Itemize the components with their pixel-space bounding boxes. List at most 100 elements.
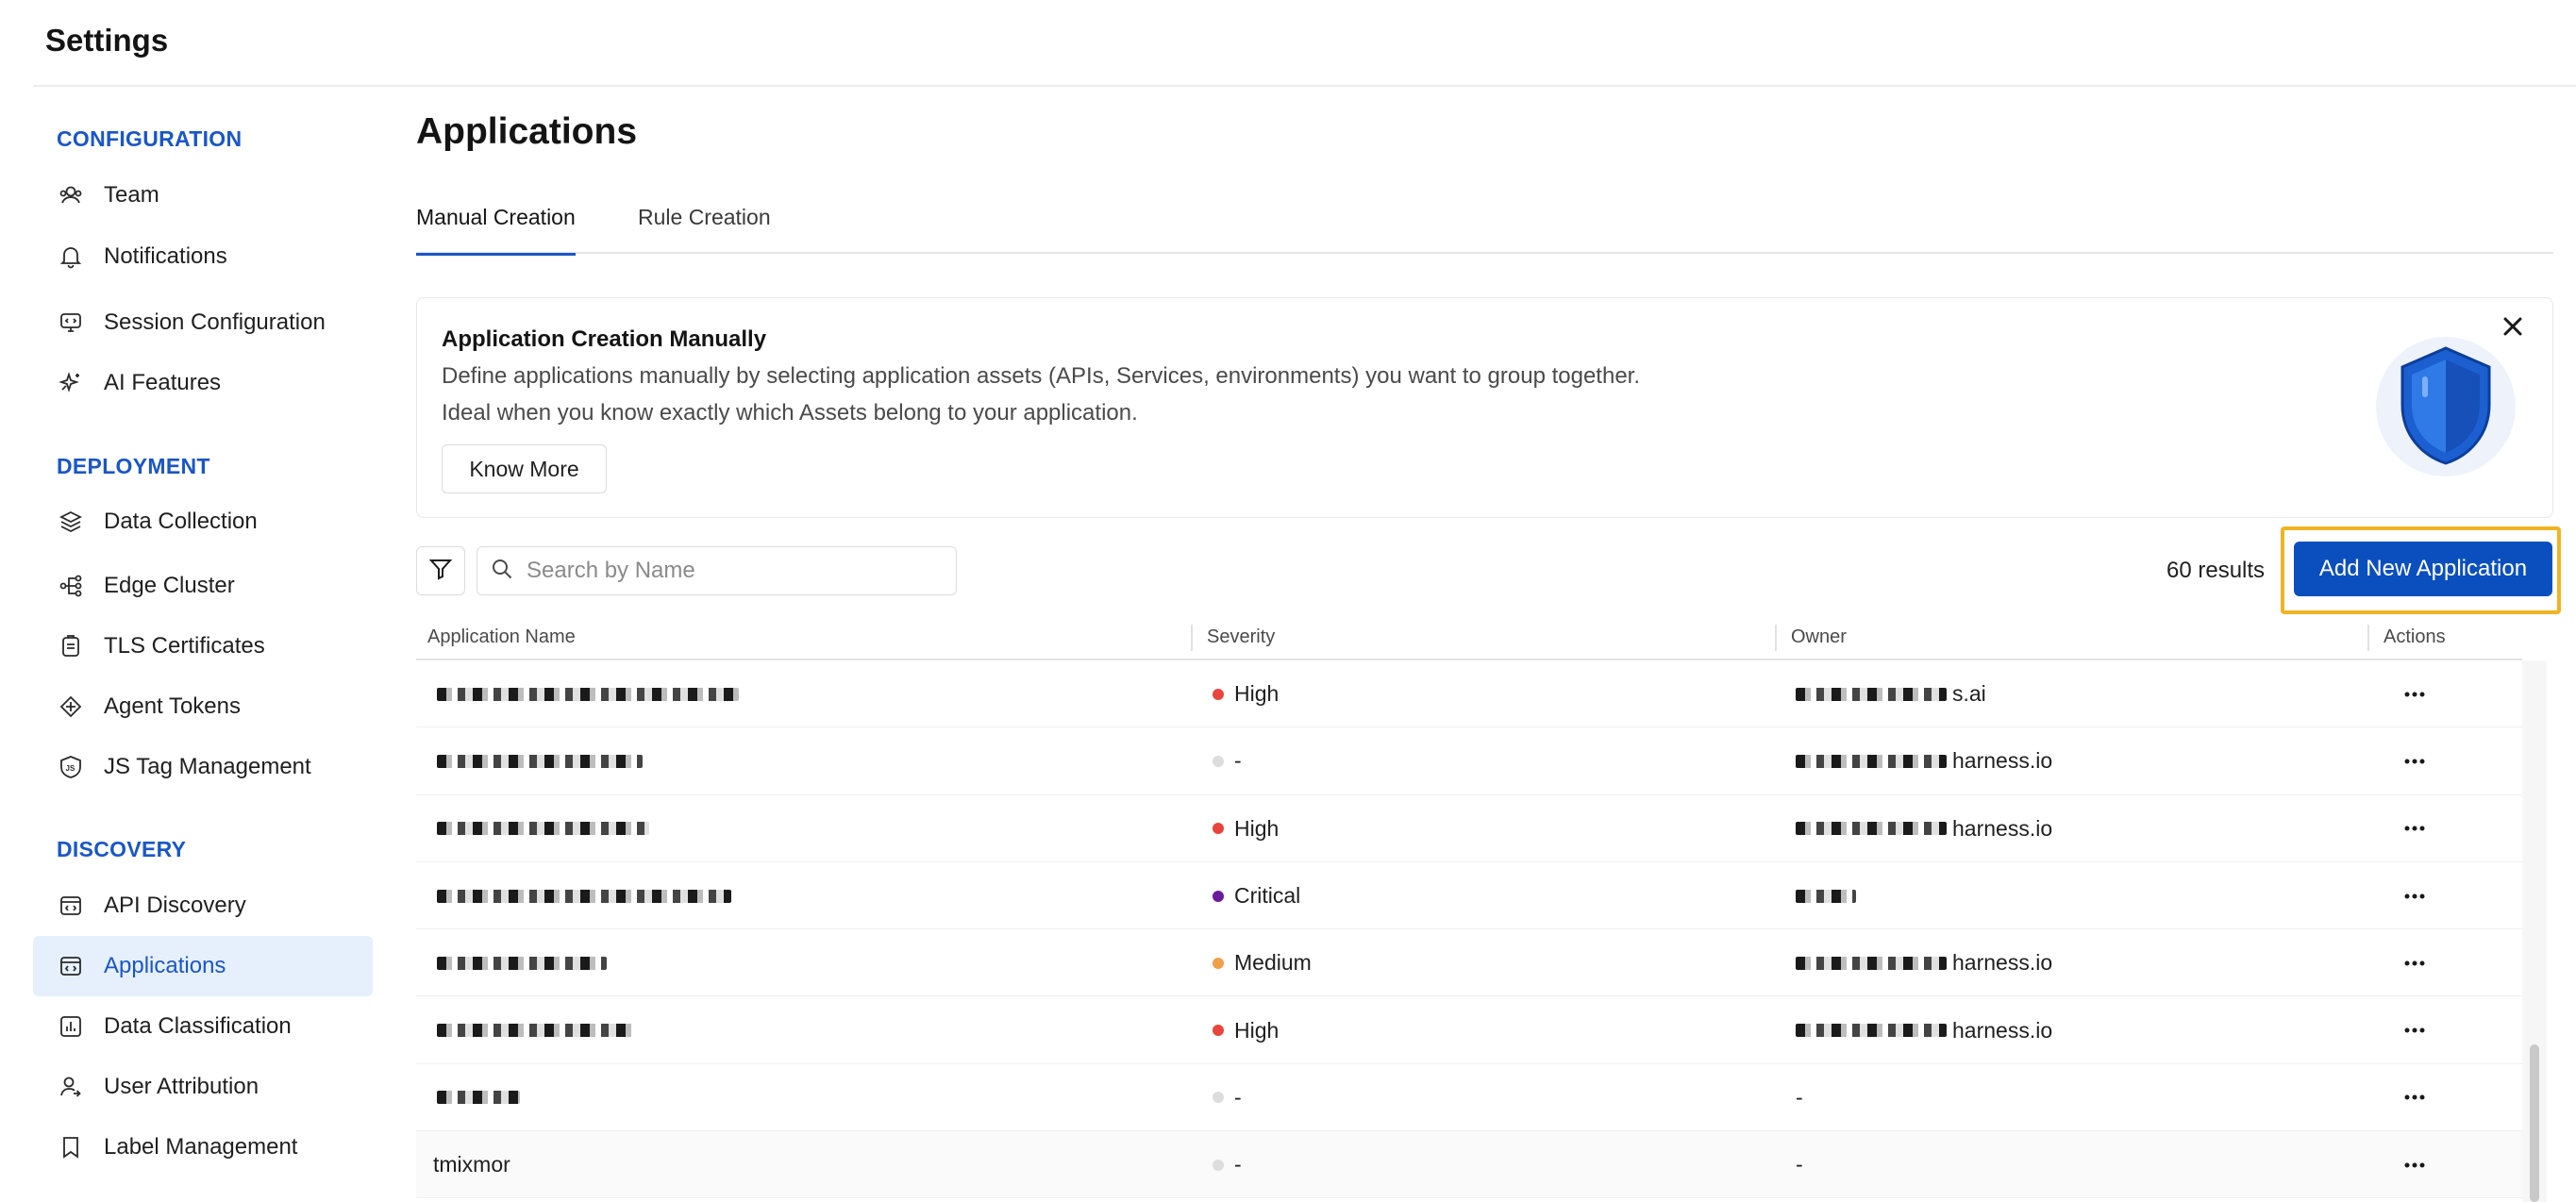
sidebar-item-notifications[interactable]: Notifications xyxy=(33,226,373,287)
column-divider[interactable] xyxy=(1775,625,1777,651)
sidebar-item-label: JS Tag Management xyxy=(104,754,311,779)
search-box[interactable] xyxy=(477,546,957,595)
column-divider[interactable] xyxy=(2367,625,2369,651)
table-header: Application Name Severity Owner Actions xyxy=(416,615,2522,660)
redacted-text xyxy=(1796,956,1947,970)
tab-manual-creation[interactable]: Manual Creation xyxy=(416,181,576,256)
severity-dot xyxy=(1213,890,1224,902)
application-name-cell xyxy=(437,929,612,996)
redacted-text xyxy=(437,1024,633,1038)
owner-cell: - xyxy=(1796,1152,1803,1177)
sidebar-item-label: API Discovery xyxy=(104,893,246,918)
search-input[interactable] xyxy=(527,558,923,584)
cluster-icon xyxy=(57,572,85,600)
section-title-configuration: CONFIGURATION xyxy=(57,126,243,151)
bookmark-icon xyxy=(57,1133,85,1161)
column-header-name[interactable]: Application Name xyxy=(427,626,576,648)
results-count: 60 results xyxy=(2166,558,2266,583)
tab-rule-creation[interactable]: Rule Creation xyxy=(638,181,771,254)
column-header-severity[interactable]: Severity xyxy=(1207,626,1275,648)
table-row[interactable]: Medium harness.io xyxy=(416,929,2522,997)
sidebar-item-user-attribution[interactable]: User Attribution xyxy=(33,1057,373,1117)
table-row[interactable]: Critical xyxy=(416,862,2522,930)
sidebar-item-label: TLS Certificates xyxy=(104,633,265,659)
sidebar-item-label: Notifications xyxy=(104,243,227,269)
more-actions-icon[interactable] xyxy=(2396,1131,2434,1198)
owner-cell: harness.io xyxy=(1796,996,2052,1063)
column-header-owner[interactable]: Owner xyxy=(1791,626,1847,648)
sidebar-item-agent-tokens[interactable]: Agent Tokens xyxy=(33,676,373,737)
owner-cell: harness.io xyxy=(1796,795,2052,862)
more-actions-icon[interactable] xyxy=(2396,929,2434,996)
filter-button[interactable] xyxy=(416,546,465,595)
sidebar-item-applications[interactable]: Applications xyxy=(33,936,373,996)
sidebar-item-label: Data Collection xyxy=(104,509,258,534)
application-name-cell xyxy=(437,862,737,929)
redacted-text xyxy=(437,1091,520,1105)
table-row[interactable]: - harness.io xyxy=(416,727,2522,795)
redacted-text xyxy=(1796,822,1947,836)
sidebar-item-label: Edge Cluster xyxy=(104,573,235,598)
application-name-cell xyxy=(437,1064,526,1131)
table-row[interactable]: High harness.io xyxy=(416,996,2522,1064)
table-row[interactable]: - - xyxy=(416,1064,2522,1132)
redacted-text xyxy=(1796,687,1947,701)
sidebar: CONFIGURATION Team Notifications Session… xyxy=(33,87,373,1202)
sidebar-item-js-tag-management[interactable]: JS JS Tag Management xyxy=(33,737,373,797)
sidebar-item-data-collection[interactable]: Data Collection xyxy=(33,492,373,552)
severity-dot xyxy=(1213,688,1224,700)
table-row[interactable]: High harness.io xyxy=(416,795,2522,862)
sidebar-item-team[interactable]: Team xyxy=(33,165,373,225)
token-icon xyxy=(57,693,85,721)
sidebar-item-edge-cluster[interactable]: Edge Cluster xyxy=(33,556,373,616)
info-card-title: Application Creation Manually xyxy=(442,326,767,352)
table-row[interactable]: tmixmor - - xyxy=(416,1131,2522,1199)
sidebar-item-label-management[interactable]: Label Management xyxy=(33,1117,373,1177)
sidebar-item-label: Session Configuration xyxy=(104,309,326,335)
severity-cell: High xyxy=(1213,996,1279,1063)
sidebar-item-label: Agent Tokens xyxy=(104,693,241,719)
sidebar-item-session-configuration[interactable]: Session Configuration xyxy=(33,292,373,353)
redacted-text xyxy=(1796,889,1856,903)
more-actions-icon[interactable] xyxy=(2396,795,2434,862)
table-scrollbar[interactable] xyxy=(2522,660,2547,1202)
redacted-text xyxy=(1796,1024,1947,1038)
sidebar-item-label: Data Classification xyxy=(104,1013,292,1039)
sidebar-item-ai-features[interactable]: AI Features xyxy=(33,353,373,413)
tabs: Manual Creation Rule Creation xyxy=(416,181,2553,256)
sidebar-item-tls-certificates[interactable]: TLS Certificates xyxy=(33,616,373,676)
applications-icon xyxy=(57,952,85,980)
column-divider[interactable] xyxy=(1191,625,1193,651)
certificate-icon xyxy=(57,632,85,660)
scrollbar-thumb[interactable] xyxy=(2530,1044,2539,1202)
more-actions-icon[interactable] xyxy=(2396,996,2434,1063)
redacted-text xyxy=(437,956,607,970)
redacted-text xyxy=(437,889,731,903)
severity-dot xyxy=(1213,1025,1224,1037)
owner-cell: harness.io xyxy=(1796,727,2052,794)
add-new-application-button[interactable]: Add New Application xyxy=(2294,542,2552,596)
sidebar-item-label: Team xyxy=(104,182,159,208)
more-actions-icon[interactable] xyxy=(2396,727,2434,794)
more-actions-icon[interactable] xyxy=(2396,660,2434,727)
page-title: Applications xyxy=(416,111,638,152)
severity-cell: High xyxy=(1213,660,1279,727)
more-actions-icon[interactable] xyxy=(2396,1064,2434,1131)
severity-cell: - xyxy=(1213,727,1242,794)
team-icon xyxy=(57,181,85,209)
table-row[interactable]: High s.ai xyxy=(416,660,2522,728)
application-name-cell xyxy=(437,996,639,1063)
more-actions-icon[interactable] xyxy=(2396,862,2434,929)
know-more-button[interactable]: Know More xyxy=(442,444,607,493)
user-icon xyxy=(57,1073,85,1101)
severity-dot xyxy=(1213,823,1224,835)
application-name-cell: tmixmor xyxy=(433,1152,510,1177)
applications-table: Application Name Severity Owner Actions … xyxy=(416,615,2522,1199)
redacted-text xyxy=(437,754,643,768)
redacted-text xyxy=(437,822,649,836)
sidebar-item-api-discovery[interactable]: API Discovery xyxy=(33,876,373,936)
main-content: Applications Manual Creation Rule Creati… xyxy=(416,87,2561,1202)
sidebar-item-data-classification[interactable]: Data Classification xyxy=(33,996,373,1057)
top-bar: Settings xyxy=(33,0,2576,87)
severity-cell: - xyxy=(1213,1131,1242,1198)
